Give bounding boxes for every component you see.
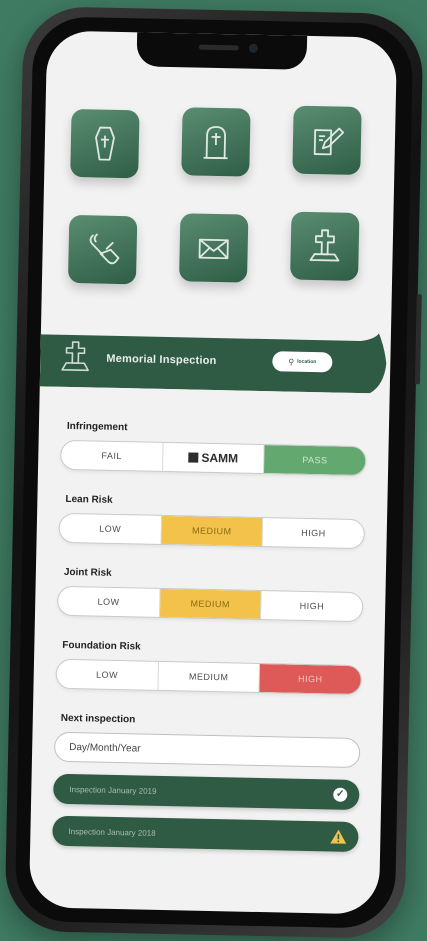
- next-inspection-date-field[interactable]: Day/Month/Year: [53, 731, 361, 769]
- joint-risk-label: Joint Risk: [63, 566, 112, 579]
- foundation-risk-label: Foundation Risk: [62, 639, 141, 653]
- tile-maintenance[interactable]: [67, 214, 138, 285]
- location-pin-icon: ⚲: [288, 357, 295, 367]
- stage: Memorial Inspection ⚲ location Infringem…: [0, 0, 427, 941]
- camera: [248, 43, 258, 53]
- history-label: Inspection January 2018: [68, 826, 156, 838]
- side-button: [414, 294, 422, 385]
- infringement-label: Infringement: [66, 420, 128, 434]
- option-fail[interactable]: FAIL: [61, 440, 164, 471]
- lean-option-high[interactable]: HIGH: [263, 518, 364, 548]
- feature-icon-grid: [67, 101, 372, 285]
- tile-grave[interactable]: [290, 211, 360, 281]
- joint-option-medium[interactable]: MEDIUM: [159, 588, 262, 620]
- notch: [136, 32, 308, 70]
- edit-document-icon: [313, 127, 345, 156]
- phone-device: Memorial Inspection ⚲ location Infringem…: [4, 5, 424, 940]
- check-icon: ✓: [333, 787, 348, 802]
- option-pass[interactable]: PASS: [264, 445, 366, 476]
- app-screen: Memorial Inspection ⚲ location Infringem…: [28, 30, 398, 915]
- tile-headstone[interactable]: [181, 107, 251, 177]
- joint-risk-selector: LOW MEDIUM HIGH: [56, 585, 364, 623]
- tile-coffin[interactable]: [70, 108, 140, 179]
- joint-option-high[interactable]: HIGH: [261, 591, 362, 621]
- lean-option-medium[interactable]: MEDIUM: [161, 515, 264, 547]
- lean-risk-selector: LOW MEDIUM HIGH: [58, 512, 366, 550]
- location-button[interactable]: ⚲ location: [272, 351, 333, 373]
- tile-mail[interactable]: [178, 213, 249, 283]
- foundation-option-medium[interactable]: MEDIUM: [158, 661, 261, 693]
- joint-option-low[interactable]: LOW: [57, 586, 161, 617]
- option-samm[interactable]: SAMM: [162, 442, 265, 474]
- samm-logo-icon: [188, 452, 199, 463]
- history-item-2019[interactable]: Inspection January 2019 ✓: [53, 773, 360, 811]
- memorial-icon: [61, 341, 89, 372]
- grave-cross-icon: [309, 229, 340, 262]
- section-title: Memorial Inspection: [106, 352, 217, 368]
- samm-label: SAMM: [201, 450, 239, 466]
- envelope-icon: [198, 238, 229, 260]
- foundation-option-high[interactable]: HIGH: [259, 664, 361, 695]
- location-label: location: [297, 358, 317, 366]
- infringement-selector: FAIL SAMM PASS: [60, 439, 367, 477]
- inspection-form: Infringement FAIL SAMM PASS Lean Risk LO…: [52, 421, 367, 864]
- wrench-hand-icon: [89, 233, 120, 265]
- history-item-2018[interactable]: Inspection January 2018: [52, 815, 359, 853]
- history-label: Inspection January 2019: [69, 784, 157, 796]
- warning-icon: [330, 829, 347, 844]
- next-inspection-label: Next inspection: [60, 712, 136, 726]
- lean-option-low[interactable]: LOW: [59, 513, 162, 544]
- coffin-icon: [95, 126, 115, 161]
- headstone-cross-icon: [203, 126, 228, 160]
- lean-risk-label: Lean Risk: [65, 493, 113, 506]
- section-header: Memorial Inspection ⚲ location: [39, 326, 391, 394]
- foundation-risk-selector: LOW MEDIUM HIGH: [55, 658, 362, 696]
- tile-edit[interactable]: [292, 105, 362, 175]
- speaker: [198, 44, 239, 51]
- foundation-option-low[interactable]: LOW: [56, 659, 159, 690]
